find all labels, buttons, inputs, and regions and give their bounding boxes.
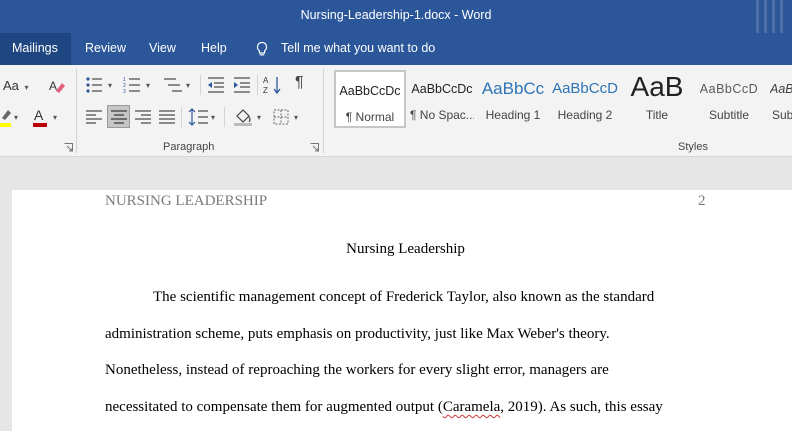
svg-text:▾: ▾: [211, 113, 215, 122]
document-title[interactable]: Nursing Leadership: [12, 241, 792, 258]
style-preview: AaB: [630, 71, 684, 102]
style-name: Subtle: [772, 108, 792, 122]
style-name: Subtitle: [708, 108, 750, 122]
svg-text:3: 3: [123, 89, 126, 94]
body-line[interactable]: administration scheme, puts emphasis on …: [105, 326, 610, 343]
title-bar-pattern: [752, 0, 786, 33]
document-page[interactable]: NURSING LEADERSHIP 2 Nursing Leadership …: [12, 190, 792, 431]
bullets-icon[interactable]: ▾: [85, 76, 117, 94]
title-bar: Nursing-Leadership-1.docx - Word: [0, 0, 792, 33]
svg-text:▾: ▾: [146, 81, 150, 90]
style-preview: AaBbCcD: [699, 82, 759, 96]
change-case-button[interactable]: Aa ▾: [3, 78, 29, 93]
running-head[interactable]: NURSING LEADERSHIP: [105, 193, 267, 210]
line-spacing-icon[interactable]: ▾: [188, 107, 218, 127]
tab-help[interactable]: Help: [189, 33, 239, 65]
tab-review[interactable]: Review: [73, 33, 138, 65]
group-divider: [257, 75, 258, 95]
style-preview: AaBbCc: [481, 79, 545, 98]
style-name: Title: [645, 108, 669, 122]
decrease-indent-icon[interactable]: [206, 76, 226, 94]
numbering-icon[interactable]: 1 2 3 ▾: [123, 76, 157, 94]
body-line[interactable]: The scientific management concept of Fre…: [153, 289, 654, 306]
group-divider: [224, 107, 225, 127]
show-formatting-marks-icon[interactable]: ¶: [295, 74, 304, 92]
group-divider: [76, 69, 77, 153]
document-workspace: NURSING LEADERSHIP 2 Nursing Leadership …: [0, 157, 792, 431]
style-heading-2[interactable]: AaBbCcD Heading 2: [552, 70, 618, 128]
svg-text:A: A: [49, 79, 57, 93]
lightbulb-icon[interactable]: [254, 41, 270, 57]
font-dialog-launcher-icon[interactable]: [64, 143, 73, 152]
paragraph-group-label: Paragraph: [163, 141, 215, 153]
style-heading-1[interactable]: AaBbCc Heading 1: [480, 70, 546, 128]
sort-icon[interactable]: A Z: [263, 75, 283, 95]
svg-text:A: A: [263, 76, 269, 85]
highlight-color-icon[interactable]: ▾: [0, 106, 24, 128]
tell-me-search[interactable]: Tell me what you want to do: [281, 33, 435, 64]
style-subtle-emphasis[interactable]: AaBbCcDd Subtle: [768, 70, 792, 128]
body-line[interactable]: necessitated to compensate them for augm…: [105, 399, 663, 416]
justify-icon[interactable]: [158, 109, 176, 125]
group-divider: [181, 107, 182, 127]
style-preview: AaBbCcD: [552, 80, 618, 97]
svg-text:▾: ▾: [294, 113, 298, 122]
styles-group-label: Styles: [678, 141, 708, 153]
window-title: Nursing-Leadership-1.docx - Word: [300, 8, 492, 22]
style-name: Heading 2: [557, 108, 613, 122]
style-name: ¶ Normal: [345, 110, 395, 124]
style-subtitle[interactable]: AaBbCcD Subtitle: [696, 70, 762, 128]
misspelled-word[interactable]: Caramela: [443, 399, 500, 415]
style-preview: AaBbCcDd: [770, 82, 792, 96]
multilevel-list-icon[interactable]: ▾: [162, 76, 196, 94]
svg-text:▾: ▾: [108, 81, 112, 90]
text-run: , 2019). As such, this essay: [500, 399, 663, 415]
tab-view[interactable]: View: [137, 33, 188, 65]
clear-formatting-icon[interactable]: A: [47, 76, 67, 96]
chevron-down-icon: ▾: [24, 83, 29, 92]
svg-text:▾: ▾: [14, 113, 18, 122]
ribbon-tab-bar: Mailings Review View Help Tell me what y…: [0, 33, 792, 65]
svg-text:▾: ▾: [257, 113, 261, 122]
change-case-label: Aa: [3, 78, 19, 93]
style-preview: AaBbCcDc: [411, 82, 473, 96]
style-name: ¶ No Spac...: [410, 108, 474, 122]
borders-icon[interactable]: ▾: [272, 107, 304, 127]
style-name: Heading 1: [485, 108, 541, 122]
svg-text:A: A: [34, 107, 44, 123]
align-right-icon[interactable]: [134, 109, 152, 125]
align-center-button[interactable]: [107, 105, 130, 128]
styles-gallery: AaBbCcDc ¶ Normal AaBbCcDc ¶ No Spac... …: [332, 70, 792, 130]
paragraph-dialog-launcher-icon[interactable]: [310, 143, 319, 152]
increase-indent-icon[interactable]: [232, 76, 252, 94]
style-normal[interactable]: AaBbCcDc ¶ Normal: [334, 70, 406, 128]
font-color-icon[interactable]: A ▾: [32, 106, 62, 128]
svg-text:▾: ▾: [53, 113, 57, 122]
page-number[interactable]: 2: [698, 193, 706, 210]
tab-mailings[interactable]: Mailings: [0, 33, 71, 65]
style-no-spacing[interactable]: AaBbCcDc ¶ No Spac...: [410, 70, 474, 128]
group-divider: [200, 75, 201, 95]
svg-text:Z: Z: [263, 86, 268, 95]
group-divider: [323, 69, 324, 153]
style-preview: AaBbCcDc: [339, 84, 401, 98]
shading-icon[interactable]: ▾: [232, 107, 266, 127]
style-title[interactable]: AaB Title: [624, 70, 690, 128]
align-left-icon[interactable]: [85, 109, 103, 125]
text-run: necessitated to compensate them for augm…: [105, 399, 443, 415]
svg-text:▾: ▾: [186, 81, 190, 90]
align-center-icon: [111, 110, 127, 124]
body-line[interactable]: Nonetheless, instead of reproaching the …: [105, 362, 609, 379]
